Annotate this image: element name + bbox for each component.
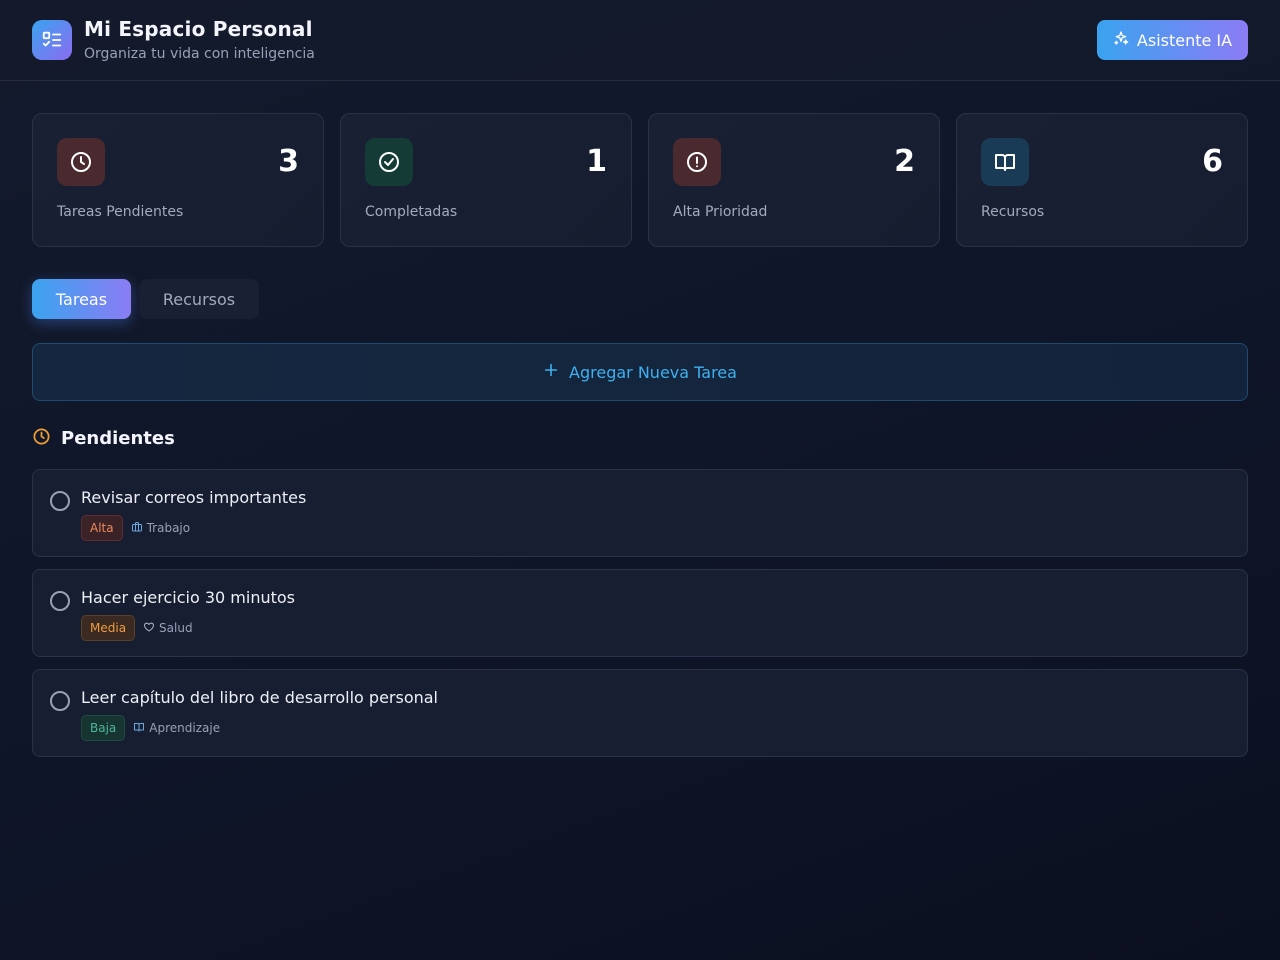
plus-icon [543,362,559,382]
priority-badge: Baja [81,715,126,741]
book-open-icon [981,138,1029,186]
stat-label: Completadas [365,204,458,220]
clock-icon [57,138,105,186]
category-label: Trabajo [146,521,191,535]
task-category: Trabajo [131,521,191,536]
add-task-label: Agregar Nueva Tarea [569,362,737,382]
tab-recursos[interactable]: Recursos [139,279,259,319]
heart-icon [143,621,155,636]
alert-circle-icon [673,138,721,186]
stat-value: 6 [1202,144,1223,179]
ai-assistant-button[interactable]: Asistente IA [1097,20,1248,60]
task-item: Revisar correos importantes Alta Trabajo [32,469,1248,557]
stat-card-high-priority: 2 Alta Prioridad [648,113,940,247]
stat-label: Alta Prioridad [673,204,768,220]
sparkles-icon [1113,30,1129,50]
stat-card-resources: 6 Recursos [956,113,1248,247]
task-title: Revisar correos importantes [81,488,307,507]
stat-label: Recursos [981,204,1045,220]
task-item: Leer capítulo del libro de desarrollo pe… [32,669,1248,757]
category-label: Aprendizaje [149,721,221,735]
app-header: Mi Espacio Personal Organiza tu vida con… [0,0,1280,81]
stat-value: 2 [894,144,915,179]
task-category: Salud [143,621,193,636]
task-meta: Media Salud [81,615,193,641]
book-open-icon [133,721,145,736]
add-task-button[interactable]: Agregar Nueva Tarea [32,343,1248,401]
stat-label: Tareas Pendientes [57,204,184,220]
priority-badge: Alta [81,515,123,541]
tab-tareas[interactable]: Tareas [32,279,131,319]
checklist-icon [32,20,72,60]
task-checkbox[interactable] [50,691,70,711]
task-meta: Alta Trabajo [81,515,190,541]
stat-card-pending: 3 Tareas Pendientes [32,113,324,247]
section-pending-header: Pendientes [32,427,175,450]
app-subtitle: Organiza tu vida con inteligencia [84,46,315,62]
app-title: Mi Espacio Personal [84,17,313,41]
task-item: Hacer ejercicio 30 minutos Media Salud [32,569,1248,657]
task-checkbox[interactable] [50,491,70,511]
priority-badge: Media [81,615,136,641]
task-title: Hacer ejercicio 30 minutos [81,588,296,607]
stat-value: 1 [586,144,607,179]
task-category: Aprendizaje [133,721,220,736]
ai-assistant-label: Asistente IA [1136,30,1233,50]
check-circle-icon [365,138,413,186]
section-title: Pendientes [61,428,175,449]
stat-card-completed: 1 Completadas [340,113,632,247]
stat-value: 3 [278,144,299,179]
task-meta: Baja Aprendizaje [81,715,220,741]
category-label: Salud [159,621,193,635]
briefcase-icon [131,521,143,536]
clock-icon [32,427,51,450]
task-checkbox[interactable] [50,591,70,611]
task-title: Leer capítulo del libro de desarrollo pe… [81,688,438,707]
